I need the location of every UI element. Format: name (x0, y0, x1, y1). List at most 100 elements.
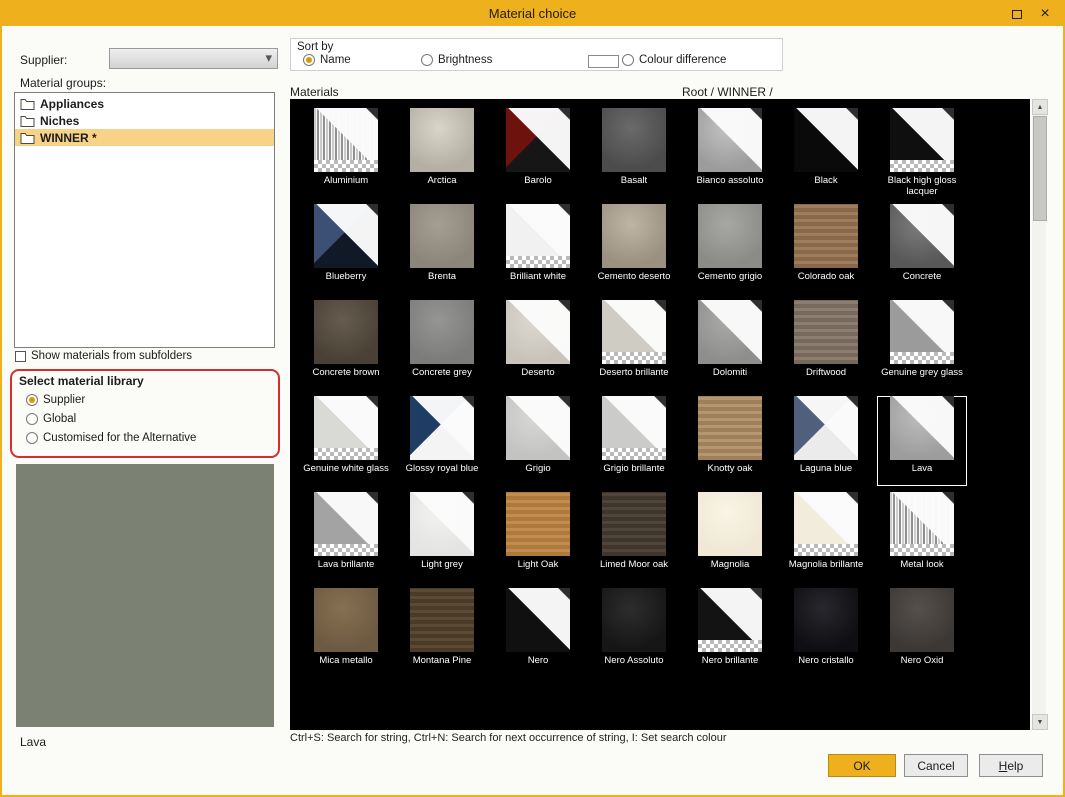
material-item[interactable]: Nero brillante (682, 585, 778, 681)
material-group-item[interactable]: WINNER * (15, 129, 274, 146)
radio-icon (303, 54, 315, 66)
material-thumbnail (890, 588, 954, 652)
material-item[interactable]: Cemento grigio (682, 201, 778, 297)
material-item[interactable]: Driftwood (778, 297, 874, 393)
material-item[interactable]: Bianco assoluto (682, 105, 778, 201)
colour-difference-swatch[interactable] (588, 55, 619, 68)
subfolders-checkbox[interactable]: Show materials from subfolders (15, 350, 192, 362)
material-name: Nero (492, 655, 584, 666)
material-item[interactable]: Brilliant white (490, 201, 586, 297)
breadcrumb: Root / WINNER / (682, 85, 773, 99)
materials-area: AluminiumArcticaBaroloBasaltBianco assol… (290, 99, 1048, 730)
cancel-button[interactable]: Cancel (904, 754, 968, 777)
material-item[interactable]: Light Oak (490, 489, 586, 585)
subfolders-label: Show materials from subfolders (31, 350, 192, 362)
material-item[interactable]: Magnolia brillante (778, 489, 874, 585)
material-item[interactable]: Grigio (490, 393, 586, 489)
material-item[interactable]: Nero Assoluto (586, 585, 682, 681)
material-name: Mica metallo (300, 655, 392, 666)
material-item[interactable]: Nero (490, 585, 586, 681)
radio-label: Supplier (43, 394, 85, 406)
material-name: Aluminium (300, 175, 392, 186)
material-item[interactable]: Dolomiti (682, 297, 778, 393)
material-item[interactable]: Grigio brillante (586, 393, 682, 489)
material-item[interactable]: Concrete brown (298, 297, 394, 393)
material-thumbnail (410, 396, 474, 460)
material-thumbnail (794, 108, 858, 172)
material-item[interactable]: Genuine grey glass (874, 297, 970, 393)
status-bar: Ctrl+S: Search for string, Ctrl+N: Searc… (290, 732, 727, 744)
material-item[interactable]: Deserto (490, 297, 586, 393)
material-thumbnail (698, 396, 762, 460)
material-group-item[interactable]: Niches (15, 112, 274, 129)
material-item[interactable]: Limed Moor oak (586, 489, 682, 585)
materials-grid: AluminiumArcticaBaroloBasaltBianco assol… (290, 99, 1030, 730)
material-item[interactable]: Knotty oak (682, 393, 778, 489)
material-item[interactable]: Light grey (394, 489, 490, 585)
radio-icon (26, 432, 38, 444)
material-thumbnail (506, 204, 570, 268)
scrollbar[interactable]: ▲ ▼ (1030, 99, 1046, 730)
material-item[interactable]: Magnolia (682, 489, 778, 585)
material-name: Deserto (492, 367, 584, 378)
materials-label: Materials (290, 85, 339, 99)
material-item[interactable]: Lava brillante (298, 489, 394, 585)
gloss-checker-strip (794, 544, 858, 556)
material-item[interactable]: Deserto brillante (586, 297, 682, 393)
material-item[interactable]: Laguna blue (778, 393, 874, 489)
material-item[interactable]: Black high gloss lacquer (874, 105, 970, 201)
maximize-button[interactable] (1003, 2, 1031, 26)
gloss-checker-strip (698, 640, 762, 652)
material-item[interactable]: Aluminium (298, 105, 394, 201)
material-item[interactable]: Nero cristallo (778, 585, 874, 681)
material-thumbnail (410, 300, 474, 364)
scroll-down-icon: ▼ (1037, 719, 1044, 726)
material-item[interactable]: Blueberry (298, 201, 394, 297)
material-item[interactable]: Metal look (874, 489, 970, 585)
material-item[interactable]: Basalt (586, 105, 682, 201)
sort-option[interactable]: Brightness (421, 54, 492, 66)
material-group-label: Niches (40, 114, 79, 128)
material-item[interactable]: Nero Oxid (874, 585, 970, 681)
preview-caption: Lava (20, 735, 46, 749)
material-item[interactable]: Genuine white glass (298, 393, 394, 489)
material-thumbnail (410, 204, 474, 268)
material-item[interactable]: Black (778, 105, 874, 201)
material-item[interactable]: Cemento deserto (586, 201, 682, 297)
material-item[interactable]: Colorado oak (778, 201, 874, 297)
scroll-down-button[interactable]: ▼ (1032, 714, 1048, 730)
gloss-checker-strip (602, 448, 666, 460)
library-option[interactable]: Supplier (12, 390, 278, 409)
title-bar[interactable]: Material choice × (2, 2, 1063, 26)
sort-option[interactable]: Name (303, 54, 351, 66)
material-item[interactable]: Mica metallo (298, 585, 394, 681)
material-thumbnail (698, 108, 762, 172)
material-item[interactable]: Montana Pine (394, 585, 490, 681)
material-thumbnail (314, 588, 378, 652)
radio-icon (26, 394, 38, 406)
material-groups-list[interactable]: Appliances NichesWINNER * (14, 92, 275, 348)
sort-option[interactable]: Colour difference (622, 54, 726, 66)
help-button[interactable]: Help (979, 754, 1043, 777)
material-name: Knotty oak (684, 463, 776, 474)
material-item[interactable]: Barolo (490, 105, 586, 201)
material-item[interactable]: Arctica (394, 105, 490, 201)
material-item[interactable]: Glossy royal blue (394, 393, 490, 489)
material-name: Nero Oxid (876, 655, 968, 666)
library-option[interactable]: Global (12, 409, 278, 428)
material-group-item[interactable]: Appliances (15, 95, 274, 112)
material-name: Dolomiti (684, 367, 776, 378)
supplier-dropdown[interactable]: ▾ (109, 48, 278, 69)
material-name: Nero brillante (684, 655, 776, 666)
material-thumbnail (314, 300, 378, 364)
scroll-up-button[interactable]: ▲ (1032, 99, 1048, 115)
radio-label: Customised for the Alternative (43, 432, 196, 444)
ok-button[interactable]: OK (828, 754, 896, 777)
material-item[interactable]: Concrete (874, 201, 970, 297)
close-button[interactable]: × (1031, 2, 1059, 26)
material-item[interactable]: Lava (874, 393, 970, 489)
material-item[interactable]: Brenta (394, 201, 490, 297)
material-item[interactable]: Concrete grey (394, 297, 490, 393)
scrollbar-thumb[interactable] (1033, 116, 1047, 221)
library-option[interactable]: Customised for the Alternative (12, 428, 278, 447)
